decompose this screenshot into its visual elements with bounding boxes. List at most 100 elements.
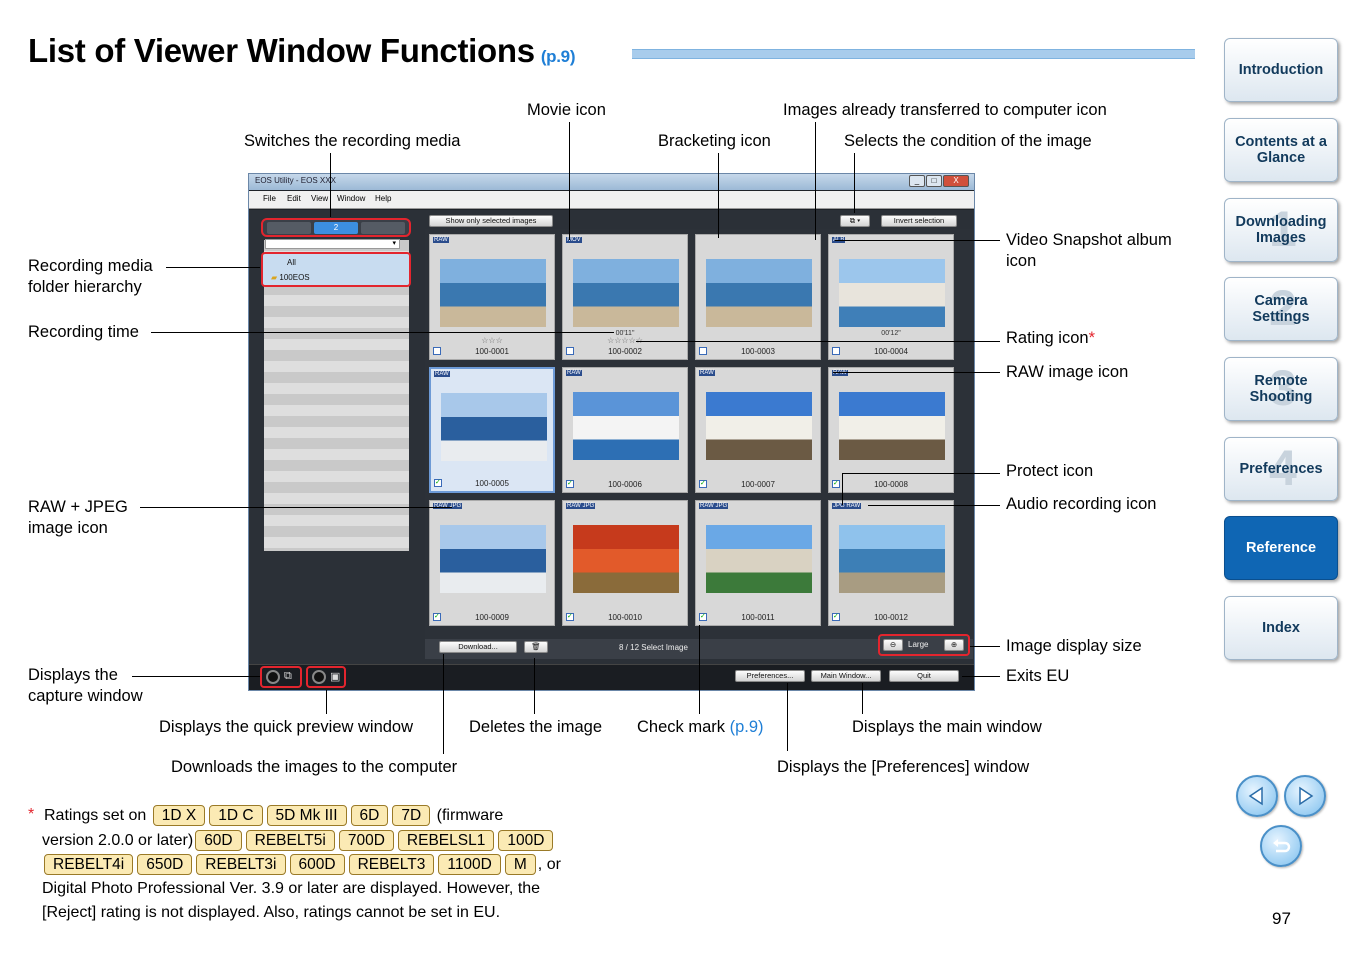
model-badge: 7D: [392, 805, 431, 827]
thumbnail-image: [706, 392, 812, 460]
thumbnail-image: [706, 525, 812, 593]
rating-footnote-mark: *: [1088, 329, 1095, 347]
menu-window[interactable]: Window: [337, 194, 365, 203]
footnote-line-2: version 2.0.0 or later) 60D REBELT5i 700D RE…: [42, 829, 555, 853]
callout-rating-icon-text: Rating icon: [1006, 329, 1089, 347]
thumbnail[interactable]: RAW ✓ 100-0008: [828, 367, 954, 493]
preferences-button[interactable]: Preferences...: [735, 670, 805, 682]
nav-label: Index: [1262, 620, 1300, 636]
next-page-button[interactable]: [1284, 775, 1326, 817]
callout-downloads: Downloads the images to the computer: [171, 758, 458, 776]
viewer-window: EOS Utility - EOS XXX _ □ X File Edit Vi…: [248, 173, 975, 691]
media-tab-2[interactable]: 2: [314, 222, 358, 234]
file-type-icon: RAW: [566, 370, 582, 376]
media-tab-sd[interactable]: [361, 222, 405, 234]
quick-preview-icon[interactable]: ▣: [330, 670, 340, 683]
callout-check-mark-text: Check mark: [637, 718, 726, 736]
main-window-button[interactable]: Main Window...: [811, 670, 881, 682]
callout-rec-folder-l2: folder hierarchy: [28, 278, 142, 296]
thumbnail[interactable]: RAW JPG ✓ 100-0009: [429, 500, 555, 626]
page-number: 97: [1272, 909, 1291, 928]
capture-window-icon[interactable]: ⧉: [284, 670, 292, 683]
file-type-icon: RAW: [832, 370, 848, 376]
footnote-intro: Ratings set on: [44, 807, 147, 824]
menu-bar: File Edit View Window Help: [249, 191, 974, 209]
menu-view[interactable]: View: [311, 194, 328, 203]
thumbnail[interactable]: JPG RAW ✓ 100-0012: [828, 500, 954, 626]
show-selected-button[interactable]: Show only selected images: [429, 215, 553, 227]
display-size-control: ⊖ Large ⊕: [878, 634, 970, 656]
thumbnail[interactable]: RAW JPG ✓ 100-0011: [695, 500, 821, 626]
thumbnail-image: [706, 259, 812, 327]
leader-protect-v: [842, 473, 843, 505]
callout-exits-eu: Exits EU: [1006, 667, 1070, 685]
maximize-button[interactable]: □: [926, 175, 942, 187]
folder-100eos[interactable]: ▰ 100EOS: [271, 273, 310, 282]
thumbnail[interactable]: RAW ☆☆☆ 100-0001: [429, 234, 555, 360]
thumbnail[interactable]: RAW ✓ 100-0006: [562, 367, 688, 493]
callout-main-window: Displays the main window: [852, 718, 1042, 736]
model-badge: 6D: [350, 805, 389, 827]
nav-reference[interactable]: Reference: [1224, 516, 1338, 580]
media-dropdown[interactable]: ▾: [265, 239, 400, 249]
file-name: 100-0002: [608, 347, 642, 356]
return-button[interactable]: [1260, 825, 1302, 867]
footnote-firmware: (firmware: [436, 807, 504, 824]
nav-index[interactable]: Index: [1224, 596, 1338, 660]
file-type-icon: RAW: [433, 237, 449, 243]
quit-button[interactable]: Quit: [889, 670, 959, 682]
leader-raw: [833, 372, 1000, 373]
download-button[interactable]: Download...: [439, 641, 517, 653]
nav-preferences[interactable]: 4 Preferences: [1224, 437, 1338, 501]
menu-help[interactable]: Help: [375, 194, 391, 203]
previous-page-icon: [1248, 786, 1263, 806]
zoom-out-icon[interactable]: ⊖: [883, 639, 903, 651]
camera-record-icon[interactable]: [266, 670, 280, 684]
model-badge: REBELT3i: [196, 854, 286, 876]
nav-introduction[interactable]: Introduction: [1224, 38, 1338, 102]
footnote-version: version 2.0.0 or later): [42, 832, 194, 849]
nav-label: Downloading Images: [1235, 214, 1327, 246]
page-title: List of Viewer Window Functions (p.9): [28, 32, 576, 70]
rating-icon: ☆☆☆: [481, 336, 503, 345]
leader-switch-media: [330, 153, 331, 217]
nav-label: Reference: [1245, 540, 1317, 556]
previous-page-button[interactable]: [1236, 775, 1278, 817]
callout-rec-folder: Recording media folder hierarchy: [28, 256, 153, 298]
file-name: 100-0004: [874, 347, 908, 356]
camera-record-icon-2[interactable]: [312, 670, 326, 684]
zoom-in-icon[interactable]: ⊕: [944, 639, 964, 651]
thumbnail-image: [573, 392, 679, 460]
thumbnail[interactable]: RAW ✓ 100-0007: [695, 367, 821, 493]
quick-preview-button-box: ▣: [306, 666, 346, 688]
title-page-link[interactable]: (p.9): [541, 47, 576, 66]
model-badge: REBELT5i: [245, 830, 335, 852]
thumbnail[interactable]: RAW ✓ 100-0005: [429, 367, 555, 493]
file-type-icon: RAW JPG: [566, 503, 596, 509]
window-title: EOS Utility - EOS XXX: [255, 176, 336, 185]
media-tab-cf[interactable]: [267, 222, 311, 234]
file-type-icon: RAW JPG: [699, 503, 729, 509]
nav-contents-at-a-glance[interactable]: Contents at a Glance: [1224, 118, 1338, 182]
nav-remote-shooting[interactable]: 3 Remote Shooting: [1224, 357, 1338, 421]
check-mark-page-link[interactable]: (p.9): [730, 718, 764, 736]
select-condition-button[interactable]: ⧉ ▾: [840, 215, 870, 227]
footnote-line-3: REBELT4i 650D REBELT3i 600D REBELT3 1100D M, o…: [42, 853, 561, 877]
nav-downloading-images[interactable]: 1 Downloading Images: [1224, 198, 1338, 262]
nav-camera-settings[interactable]: 2 Camera Settings: [1224, 277, 1338, 341]
model-badge: 1D C: [209, 805, 263, 827]
leader-deletes: [534, 658, 535, 714]
model-badge: 700D: [338, 830, 394, 852]
invert-selection-button[interactable]: Invert selection: [881, 215, 957, 227]
leader-movie: [569, 122, 570, 240]
thumbnail[interactable]: RAW JPG ✓ 100-0010: [562, 500, 688, 626]
menu-edit[interactable]: Edit: [287, 194, 301, 203]
minimize-button[interactable]: _: [909, 175, 925, 187]
model-badge: REBELSL1: [397, 830, 495, 852]
menu-file[interactable]: File: [263, 194, 276, 203]
close-button[interactable]: X: [943, 175, 969, 187]
callout-preferences-window: Displays the [Preferences] window: [777, 758, 1030, 776]
folder-tree: All ▰ 100EOS: [261, 252, 411, 287]
folder-all[interactable]: All: [287, 258, 296, 267]
delete-button[interactable]: 🗑: [524, 641, 548, 653]
